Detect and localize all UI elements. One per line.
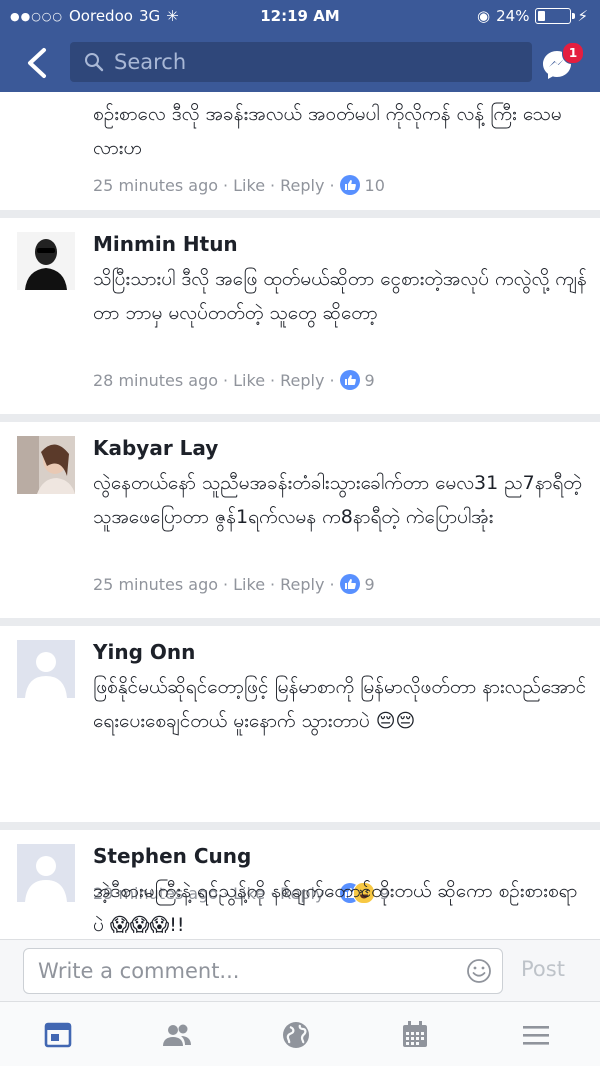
like-link[interactable]: Like: [233, 371, 265, 390]
smiley-icon: [467, 959, 491, 983]
search-bar[interactable]: [70, 42, 532, 82]
scream-emoji: 😱😱😱!!: [109, 914, 185, 936]
avatar[interactable]: [17, 436, 75, 494]
avatar[interactable]: [17, 640, 75, 698]
like-link[interactable]: Like: [233, 575, 265, 594]
friends-icon: [163, 1024, 191, 1046]
comment-text: လွဲနေတယ်နော် သူညီမအခန်းတံခါးသွားခေါက်တာ …: [93, 472, 582, 528]
reply-link[interactable]: Reply: [280, 371, 324, 390]
comment-meta: 28 minutes ago · Like · Reply · 9: [93, 370, 375, 390]
divider: [0, 414, 600, 422]
calendar-icon: [403, 1021, 427, 1047]
commenter-name[interactable]: Kabyar Lay: [93, 436, 218, 460]
tab-news-feed[interactable]: [41, 1018, 75, 1052]
charging-icon: ⚡: [577, 7, 588, 25]
back-button[interactable]: [22, 46, 52, 80]
like-reaction-icon[interactable]: [339, 175, 360, 195]
navigation-bar: 1: [0, 34, 600, 92]
tab-friends[interactable]: [160, 1018, 194, 1052]
tab-bar: [0, 1001, 600, 1066]
like-link[interactable]: Like: [233, 176, 265, 195]
reaction-count[interactable]: 10: [365, 176, 385, 195]
post-button[interactable]: Post: [521, 957, 565, 981]
comment-text: အဲ့ဒီစားမကြီးနဲ့ ရင်ညွန့်ကို နစ်ချက်တောင…: [93, 874, 588, 939]
comment-text: သိပြီးသားပါ ဒီလို အဖြေ ထုတ်မယ်ဆိုတာ ငွေစ…: [93, 268, 587, 324]
chevron-left-icon: [28, 48, 46, 78]
comment-input[interactable]: [36, 958, 460, 984]
emoji-button[interactable]: [466, 958, 492, 989]
status-bar: ●●○○○ Ooredoo 3G ✳ 12:19 AM ◉ 24% ⚡: [0, 0, 600, 34]
default-avatar-icon: [17, 640, 75, 698]
search-icon: [85, 53, 104, 72]
reaction-count[interactable]: 9: [365, 575, 375, 594]
comment-input-box[interactable]: [23, 948, 503, 994]
divider: [0, 618, 600, 626]
like-reaction-icon[interactable]: [339, 370, 360, 390]
battery-percent: 24%: [496, 7, 530, 25]
notification-badge: 1: [562, 42, 584, 64]
comment-text-body: ဖြစ်နိုင်မယ်ဆိုရင်တော့ဖြင့် မြန်မာစာကို …: [93, 676, 587, 732]
tab-notifications[interactable]: [279, 1018, 313, 1052]
battery-icon: [535, 8, 576, 24]
comment-meta: 25 minutes ago · Like · Reply · 10: [93, 175, 385, 195]
like-reaction-icon[interactable]: [339, 574, 360, 594]
reaction-count[interactable]: 9: [365, 371, 375, 390]
comment-time: 25 minutes ago: [93, 175, 219, 195]
commenter-name[interactable]: Minmin Htun: [93, 232, 238, 256]
pensive-emoji: 😔😔: [375, 710, 416, 732]
tab-menu[interactable]: [519, 1018, 553, 1052]
divider: [0, 822, 600, 830]
avatar[interactable]: [17, 844, 75, 902]
commenter-name[interactable]: Ying Onn: [93, 640, 195, 664]
comment-text: ဖြစ်နိုင်မယ်ဆိုရင်တော့ဖြင့် မြန်မာစာကို …: [93, 670, 588, 738]
globe-icon: [283, 1022, 309, 1048]
tab-events[interactable]: [398, 1018, 432, 1052]
default-avatar-icon: [17, 844, 75, 902]
reply-link[interactable]: Reply: [280, 176, 324, 195]
search-input[interactable]: [112, 49, 496, 75]
divider: [0, 210, 600, 218]
hamburger-menu-icon: [523, 1026, 549, 1045]
messenger-button[interactable]: 1: [540, 42, 584, 84]
orientation-lock-icon: ◉: [477, 7, 491, 25]
avatar[interactable]: [17, 232, 75, 290]
commenter-name[interactable]: Stephen Cung: [93, 844, 251, 868]
comment-text: စဉ်းစာလေ ဒီလို အခန်းအလယ် အဝတ်မပါ ကိုလိုက…: [93, 103, 562, 159]
comment-meta: 25 minutes ago · Like · Reply · 9: [93, 574, 375, 594]
reply-link[interactable]: Reply: [280, 575, 324, 594]
comment-composer: Post: [0, 939, 600, 1002]
comments-list: စဉ်းစာလေ ဒီလို အခန်းအလယ် အဝတ်မပါ ကိုလိုက…: [0, 92, 600, 939]
comment-time: 25 minutes ago: [93, 574, 219, 594]
comment-time: 28 minutes ago: [93, 370, 219, 390]
news-feed-icon: [44, 1022, 72, 1048]
